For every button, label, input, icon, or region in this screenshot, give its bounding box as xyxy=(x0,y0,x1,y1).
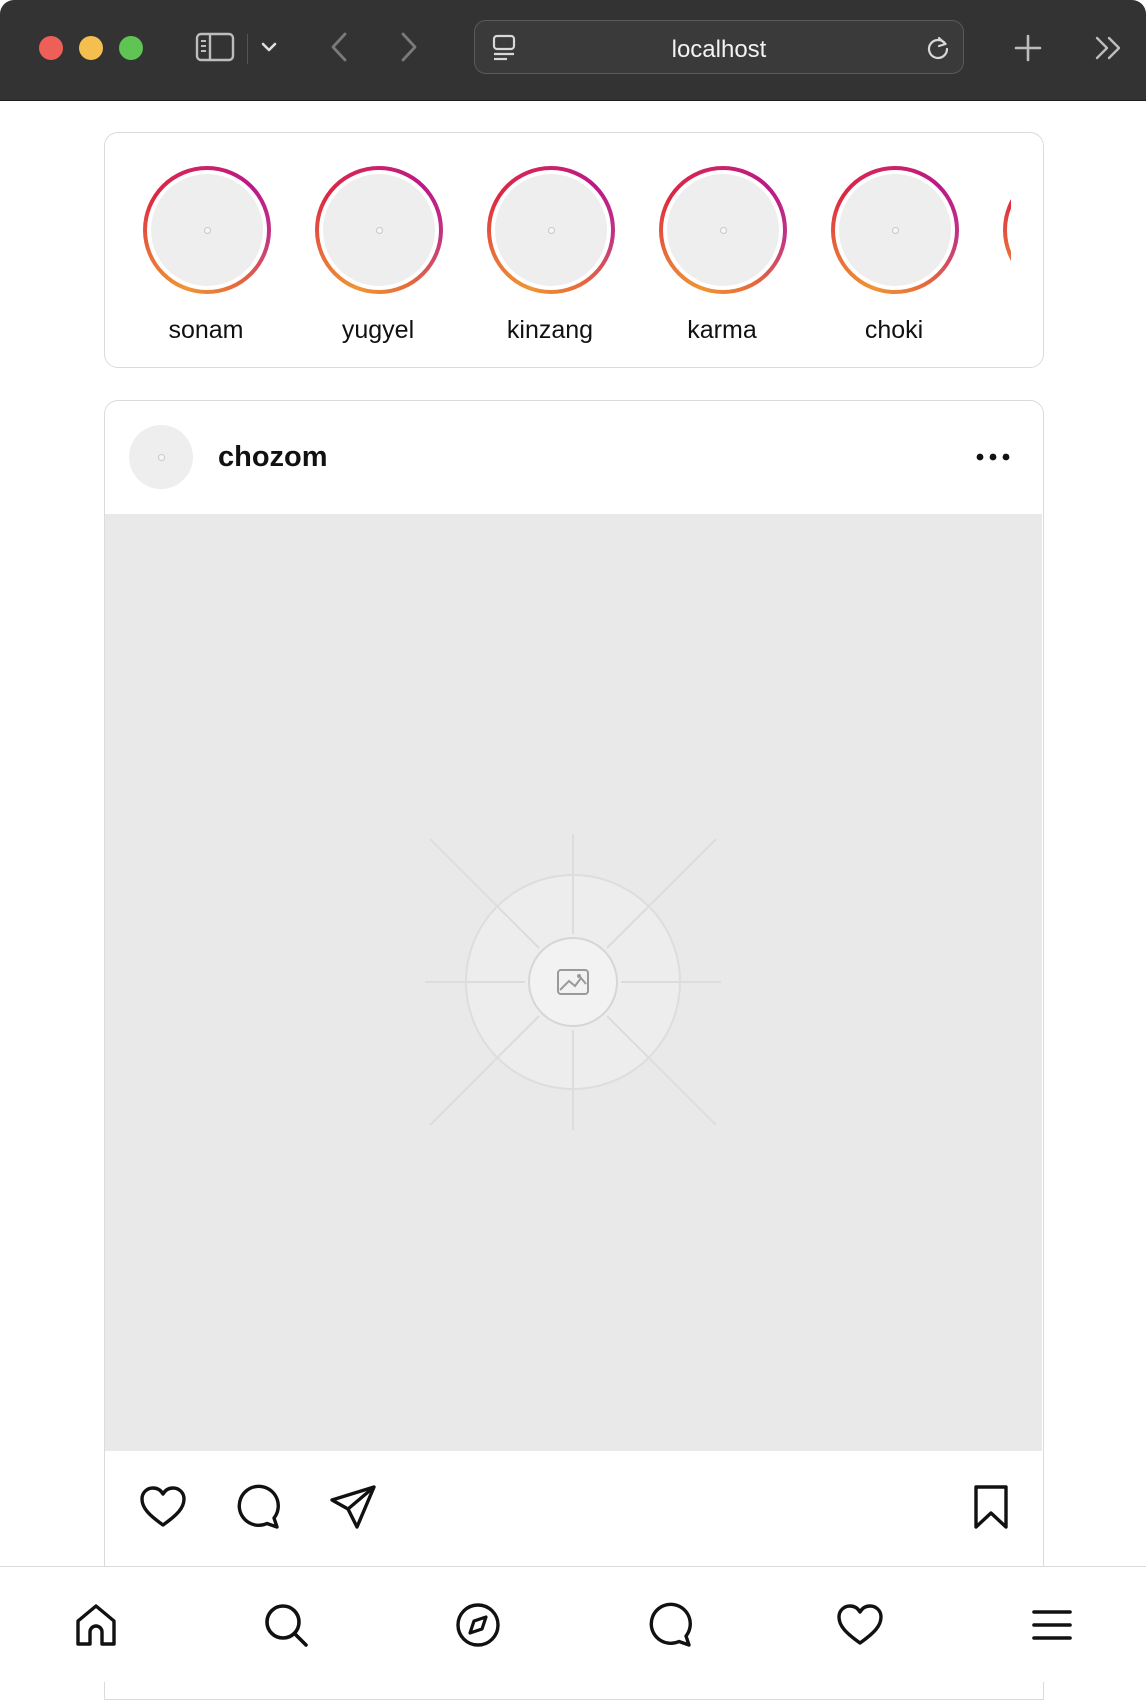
home-icon[interactable] xyxy=(70,1599,122,1651)
story-item[interactable]: choki xyxy=(829,166,959,344)
back-icon[interactable] xyxy=(324,28,354,66)
reload-icon[interactable] xyxy=(923,33,953,63)
avatar[interactable] xyxy=(129,425,193,489)
story-item[interactable]: sonam xyxy=(141,166,271,344)
more-options-icon[interactable] xyxy=(973,441,1013,473)
story-ring xyxy=(659,166,787,294)
zoom-window-button[interactable] xyxy=(119,36,143,60)
story-ring xyxy=(831,166,959,294)
post-image-placeholder xyxy=(105,514,1042,1451)
bottom-nav xyxy=(0,1566,1146,1682)
post-actions xyxy=(105,1451,1042,1571)
story-ring xyxy=(1003,166,1011,294)
close-window-button[interactable] xyxy=(39,36,63,60)
share-icon[interactable] xyxy=(327,1481,379,1533)
story-item[interactable]: yugyel xyxy=(313,166,443,344)
avatar xyxy=(495,174,607,286)
heart-icon[interactable] xyxy=(137,1481,189,1533)
story-username: kinzang xyxy=(506,316,594,344)
chevron-down-icon[interactable] xyxy=(258,36,280,58)
stories-tray: sonam yugyel kinzang karma choki xyxy=(104,132,1044,368)
menu-icon[interactable] xyxy=(1026,1599,1078,1651)
avatar xyxy=(667,174,779,286)
new-tab-icon[interactable] xyxy=(1010,30,1046,66)
avatar xyxy=(151,174,263,286)
post-card: chozom xyxy=(104,400,1044,1700)
explore-icon[interactable] xyxy=(452,1599,504,1651)
post-username[interactable]: chozom xyxy=(218,441,328,474)
comment-icon[interactable] xyxy=(231,1481,283,1533)
tab-overview-icon[interactable] xyxy=(1092,32,1126,64)
story-ring xyxy=(315,166,443,294)
avatar xyxy=(323,174,435,286)
search-icon[interactable] xyxy=(260,1599,312,1651)
avatar xyxy=(839,174,951,286)
sidebar-toggle-icon[interactable] xyxy=(194,30,236,64)
story-ring xyxy=(487,166,615,294)
forward-icon[interactable] xyxy=(394,28,424,66)
browser-toolbar: localhost xyxy=(0,0,1146,101)
story-username: yugyel xyxy=(341,316,415,344)
messages-icon[interactable] xyxy=(643,1599,695,1651)
story-username: sonam xyxy=(168,316,244,344)
story-ring xyxy=(143,166,271,294)
notifications-icon[interactable] xyxy=(834,1599,886,1651)
story-item-partial[interactable] xyxy=(1001,133,1011,367)
image-placeholder-icon xyxy=(425,834,721,1130)
toolbar-divider xyxy=(247,34,248,64)
address-bar[interactable]: localhost xyxy=(474,20,964,74)
address-text: localhost xyxy=(671,36,767,63)
bookmark-icon[interactable] xyxy=(965,1481,1017,1533)
story-username: karma xyxy=(687,316,757,344)
story-username: choki xyxy=(864,316,924,344)
minimize-window-button[interactable] xyxy=(79,36,103,60)
story-item[interactable]: kinzang xyxy=(485,166,615,344)
story-item[interactable]: karma xyxy=(657,166,787,344)
